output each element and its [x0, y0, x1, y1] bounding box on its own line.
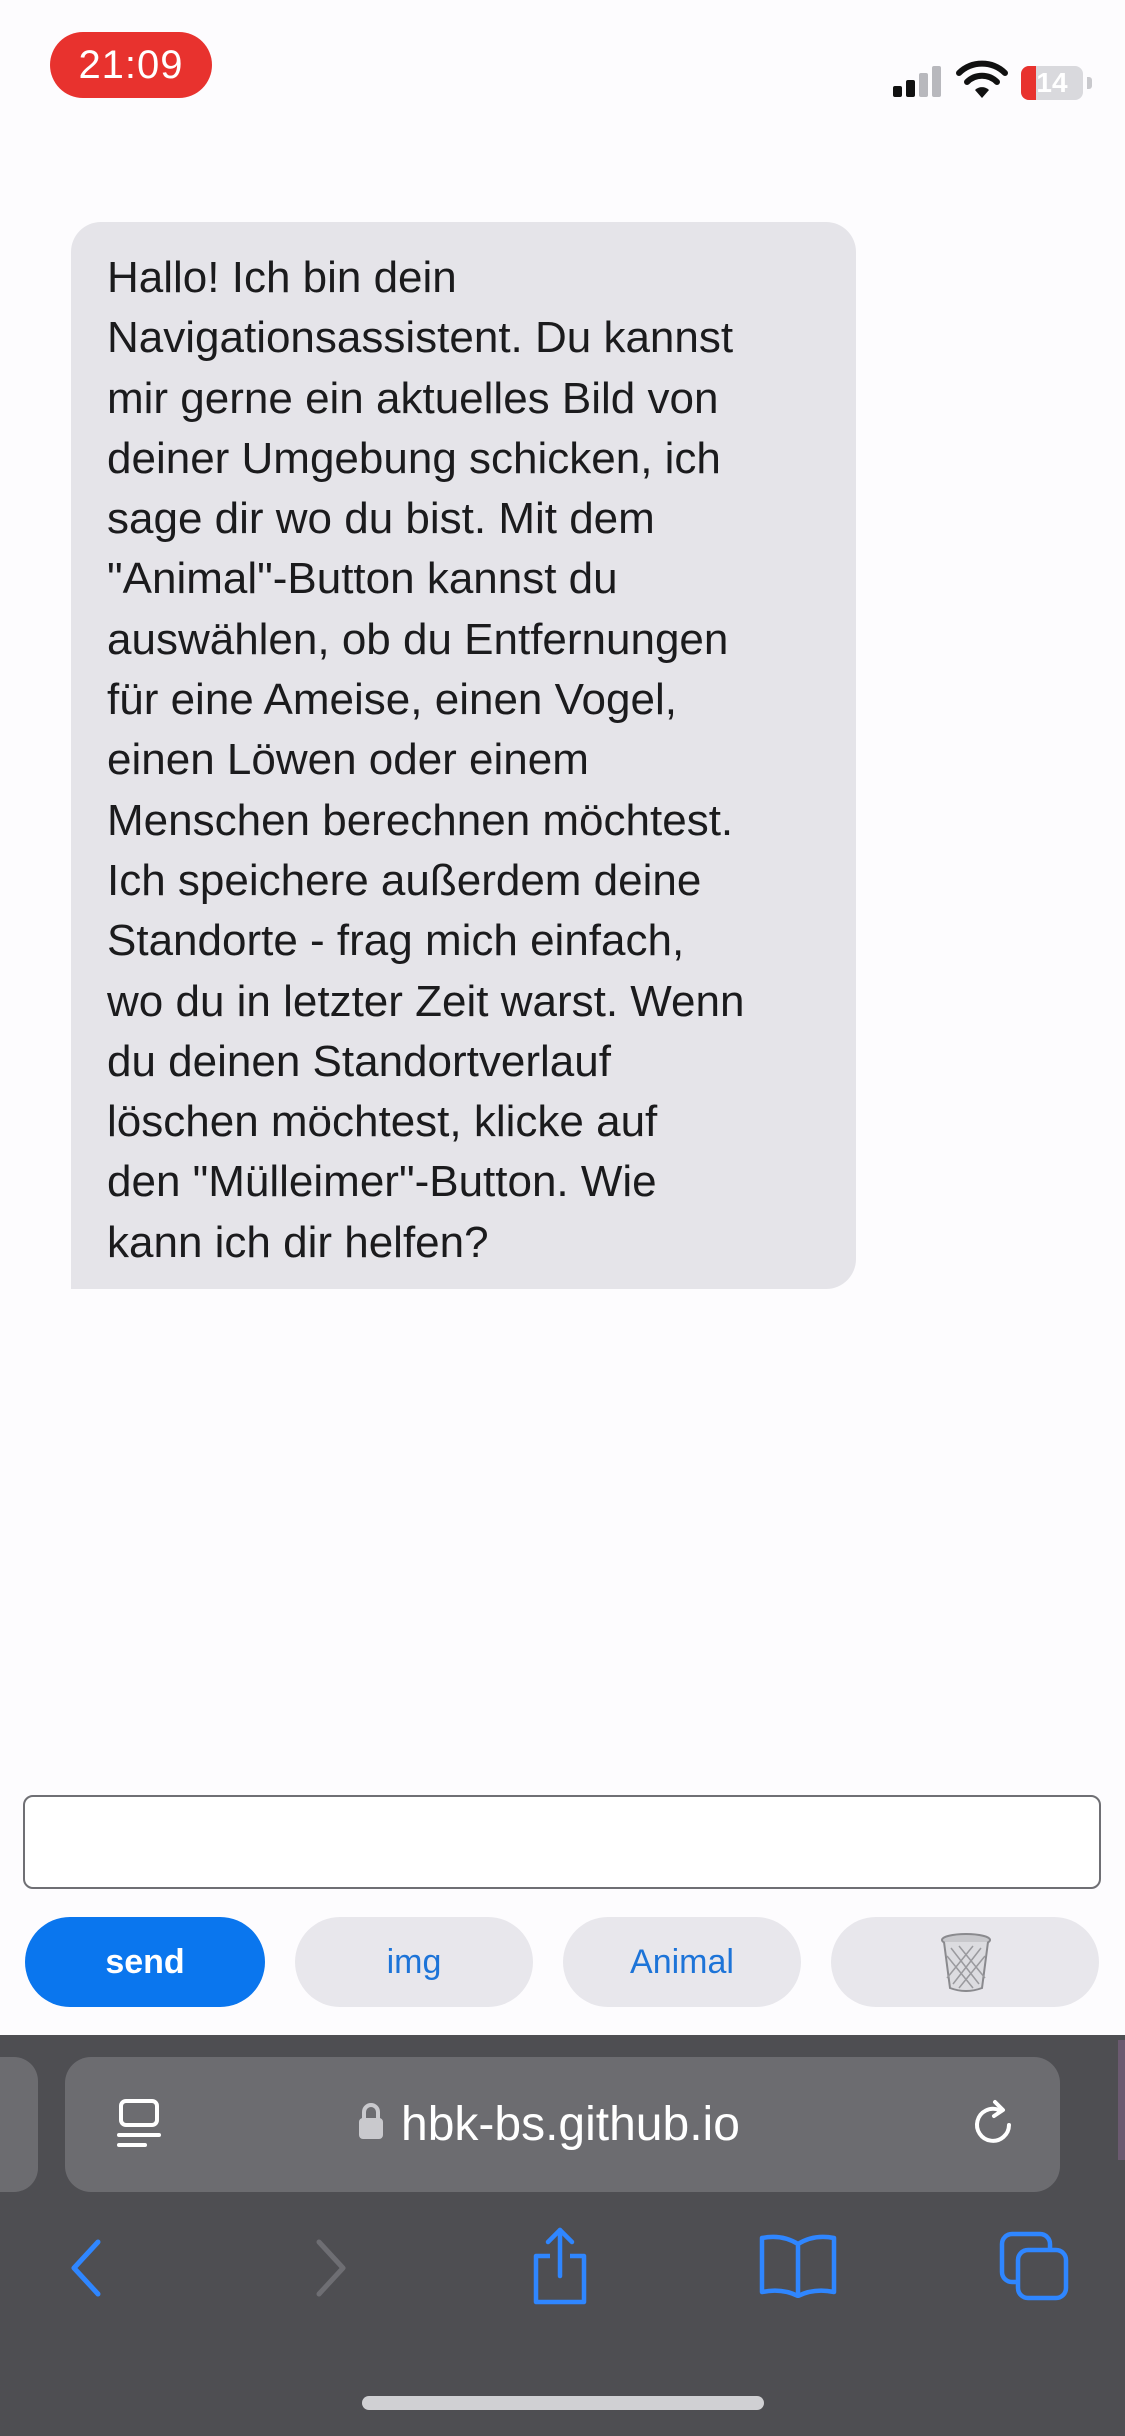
share-icon[interactable]	[528, 2226, 592, 2306]
next-tab-preview[interactable]	[1118, 2040, 1125, 2160]
page-menu-icon[interactable]	[115, 2097, 165, 2153]
lock-icon	[359, 2103, 383, 2139]
assistant-message-text: Hallo! Ich bin dein Navigationsassistent…	[107, 253, 745, 1267]
reload-icon[interactable]	[965, 2097, 1021, 2153]
home-indicator[interactable]	[362, 2396, 764, 2410]
battery-tip	[1087, 77, 1092, 89]
status-bar: 21:09 14	[0, 0, 1125, 130]
forward-icon[interactable]	[305, 2236, 355, 2300]
chat-area: Hallo! Ich bin dein Navigationsassistent…	[0, 130, 1125, 1770]
address-bar[interactable]: hbk-bs.github.io	[65, 2057, 1060, 2192]
back-icon[interactable]	[62, 2236, 112, 2300]
cellular-signal-icon	[893, 65, 943, 97]
battery-icon: 14	[1021, 66, 1083, 100]
url-text: hbk-bs.github.io	[401, 2098, 740, 2151]
bookmarks-icon[interactable]	[758, 2232, 838, 2298]
wastebasket-icon	[941, 1933, 991, 1992]
img-button[interactable]: img	[295, 1917, 533, 2007]
message-input[interactable]	[23, 1795, 1101, 1889]
previous-tab-preview[interactable]	[0, 2057, 38, 2192]
animal-button[interactable]: Animal	[563, 1917, 801, 2007]
assistant-message-bubble: Hallo! Ich bin dein Navigationsassistent…	[71, 222, 856, 1289]
trash-button[interactable]	[831, 1917, 1099, 2007]
tabs-icon[interactable]	[998, 2230, 1072, 2304]
status-time: 21:09	[50, 32, 212, 98]
wifi-icon	[956, 60, 1008, 98]
send-button[interactable]: send	[25, 1917, 265, 2007]
battery-level: 14	[1036, 67, 1068, 98]
